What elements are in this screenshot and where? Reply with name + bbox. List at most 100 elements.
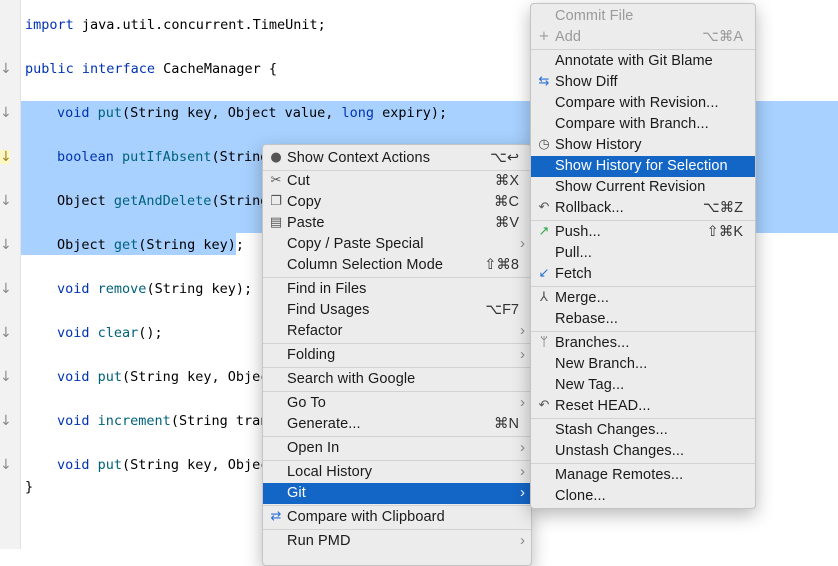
menu-separator — [263, 343, 531, 344]
menu-item-local-history[interactable]: Local History › — [263, 462, 531, 483]
menu-item-compare-with-clipboard[interactable]: ⇄ Compare with Clipboard — [263, 507, 531, 528]
menu-separator — [263, 436, 531, 437]
implemented-marker-icon[interactable]: ↓ — [0, 370, 12, 384]
menu-item-find-usages[interactable]: Find Usages ⌥F7 — [263, 300, 531, 321]
menu-item-copy[interactable]: ❐ Copy ⌘C — [263, 192, 531, 213]
menu-item-label: Show Current Revision — [555, 179, 706, 195]
menu-item-show-context-actions[interactable]: ● Show Context Actions ⌥↩ — [263, 148, 531, 169]
implemented-marker-icon[interactable]: ↓ — [0, 326, 12, 340]
code-line: void put(String key, Object — [57, 369, 277, 385]
menu-item-label: Copy / Paste Special — [287, 236, 424, 252]
menu-item-go-to[interactable]: Go To › — [263, 393, 531, 414]
chevron-right-icon: › — [520, 322, 525, 339]
menu-item-annotate-with-git-blame[interactable]: Annotate with Git Blame — [531, 51, 755, 72]
implemented-marker-icon[interactable]: ↓ — [0, 150, 12, 164]
menu-item-copy-paste-special[interactable]: Copy / Paste Special › — [263, 234, 531, 255]
menu-item-search-with-google[interactable]: Search with Google — [263, 369, 531, 390]
compare-clipboard-icon: ⇄ — [270, 509, 282, 524]
menu-item-rollback[interactable]: ↶ Rollback... ⌥⌘Z — [531, 198, 755, 219]
implemented-marker-icon[interactable]: ↓ — [0, 458, 12, 472]
menu-item-label: Paste — [287, 215, 325, 231]
menu-item-stash-changes[interactable]: Stash Changes... — [531, 420, 755, 441]
menu-separator — [263, 460, 531, 461]
code-line: public interface CacheManager { — [25, 61, 277, 77]
push-icon: ↗ — [538, 224, 550, 239]
copy-icon: ❐ — [270, 194, 282, 209]
menu-item-pull[interactable]: Pull... — [531, 243, 755, 264]
menu-item-label: Find in Files — [287, 281, 367, 297]
menu-item-push[interactable]: ↗ Push... ⇧⌘K — [531, 222, 755, 243]
implemented-marker-icon[interactable]: ↓ — [0, 414, 12, 428]
menu-item-label: Search with Google — [287, 371, 416, 387]
menu-item-label: Show Context Actions — [287, 150, 431, 166]
menu-item-compare-with-branch[interactable]: Compare with Branch... — [531, 114, 755, 135]
menu-item-label: Find Usages — [287, 302, 370, 318]
menu-item-label: Show History for Selection — [555, 158, 728, 174]
menu-item-paste[interactable]: ▤ Paste ⌘V — [263, 213, 531, 234]
menu-item-git[interactable]: Git › — [263, 483, 531, 504]
menu-item-reset-head[interactable]: ↶ Reset HEAD... — [531, 396, 755, 417]
menu-item-compare-with-revision[interactable]: Compare with Revision... — [531, 93, 755, 114]
merge-icon: ⅄ — [540, 290, 548, 305]
menu-item-label: Stash Changes... — [555, 422, 668, 438]
editor-context-menu: ● Show Context Actions ⌥↩ ✂ Cut ⌘X ❐ Copy ⌘C ▤ Pas… — [262, 144, 532, 566]
menu-item-label: Push... — [555, 224, 601, 240]
implemented-marker-icon[interactable]: ↓ — [0, 106, 12, 120]
menu-item-generate[interactable]: Generate... ⌘N — [263, 414, 531, 435]
menu-item-label: Cut — [287, 173, 310, 189]
menu-separator — [263, 277, 531, 278]
menu-item-merge[interactable]: ⅄ Merge... — [531, 288, 755, 309]
implemented-marker-icon[interactable]: ↓ — [0, 194, 12, 208]
scissors-icon: ✂ — [270, 173, 282, 188]
menu-item-open-in[interactable]: Open In › — [263, 438, 531, 459]
menu-item-show-current-revision[interactable]: Show Current Revision — [531, 177, 755, 198]
menu-item-label: Open In — [287, 440, 340, 456]
rollback-icon: ↶ — [538, 200, 550, 215]
menu-item-shortcut: ⌘X — [494, 173, 519, 189]
menu-separator — [263, 367, 531, 368]
menu-item-label: Add — [555, 29, 582, 45]
menu-item-folding[interactable]: Folding › — [263, 345, 531, 366]
menu-item-column-selection-mode[interactable]: Column Selection Mode ⇧⌘8 — [263, 255, 531, 276]
menu-item-refactor[interactable]: Refactor › — [263, 321, 531, 342]
menu-item-find-in-files[interactable]: Find in Files — [263, 279, 531, 300]
menu-item-manage-remotes[interactable]: Manage Remotes... — [531, 465, 755, 486]
menu-item-clone[interactable]: Clone... — [531, 486, 755, 507]
chevron-right-icon: › — [520, 235, 525, 252]
menu-item-new-branch[interactable]: New Branch... — [531, 354, 755, 375]
menu-separator — [531, 220, 755, 221]
menu-item-shortcut: ⇧⌘K — [706, 224, 743, 240]
menu-item-branches[interactable]: ᛘ Branches... — [531, 333, 755, 354]
menu-item-label: Reset HEAD... — [555, 398, 651, 414]
menu-separator — [531, 49, 755, 50]
menu-item-label: Annotate with Git Blame — [555, 53, 713, 69]
menu-item-shortcut: ⌥F7 — [485, 302, 519, 318]
menu-item-shortcut: ⌘C — [494, 194, 519, 210]
menu-item-cut[interactable]: ✂ Cut ⌘X — [263, 171, 531, 192]
menu-separator — [531, 418, 755, 419]
menu-item-new-tag[interactable]: New Tag... — [531, 375, 755, 396]
menu-item-label: Merge... — [555, 290, 609, 306]
implemented-marker-icon[interactable]: ↓ — [0, 282, 12, 296]
menu-item-label: Compare with Revision... — [555, 95, 719, 111]
menu-item-label: Compare with Clipboard — [287, 509, 445, 525]
menu-item-fetch[interactable]: ↙ Fetch — [531, 264, 755, 285]
menu-item-unstash-changes[interactable]: Unstash Changes... — [531, 441, 755, 462]
menu-item-shortcut: ⌥↩ — [490, 150, 519, 166]
implemented-marker-icon[interactable]: ↓ — [0, 62, 12, 76]
code-line: Object getAndDelete(String — [57, 193, 269, 209]
implemented-marker-icon[interactable]: ↓ — [0, 238, 12, 252]
plus-icon: + — [538, 29, 550, 44]
clock-icon: ◷ — [538, 137, 550, 152]
menu-item-label: Rebase... — [555, 311, 618, 327]
menu-separator — [263, 529, 531, 530]
menu-separator — [531, 463, 755, 464]
menu-item-rebase[interactable]: Rebase... — [531, 309, 755, 330]
menu-separator — [263, 505, 531, 506]
menu-item-show-history-for-selection[interactable]: Show History for Selection — [531, 156, 755, 177]
menu-item-show-history[interactable]: ◷ Show History — [531, 135, 755, 156]
menu-item-shortcut: ⇧⌘8 — [484, 257, 519, 273]
menu-item-show-diff[interactable]: ⇆ Show Diff — [531, 72, 755, 93]
chevron-right-icon: › — [520, 463, 525, 480]
menu-item-label: Manage Remotes... — [555, 467, 684, 483]
